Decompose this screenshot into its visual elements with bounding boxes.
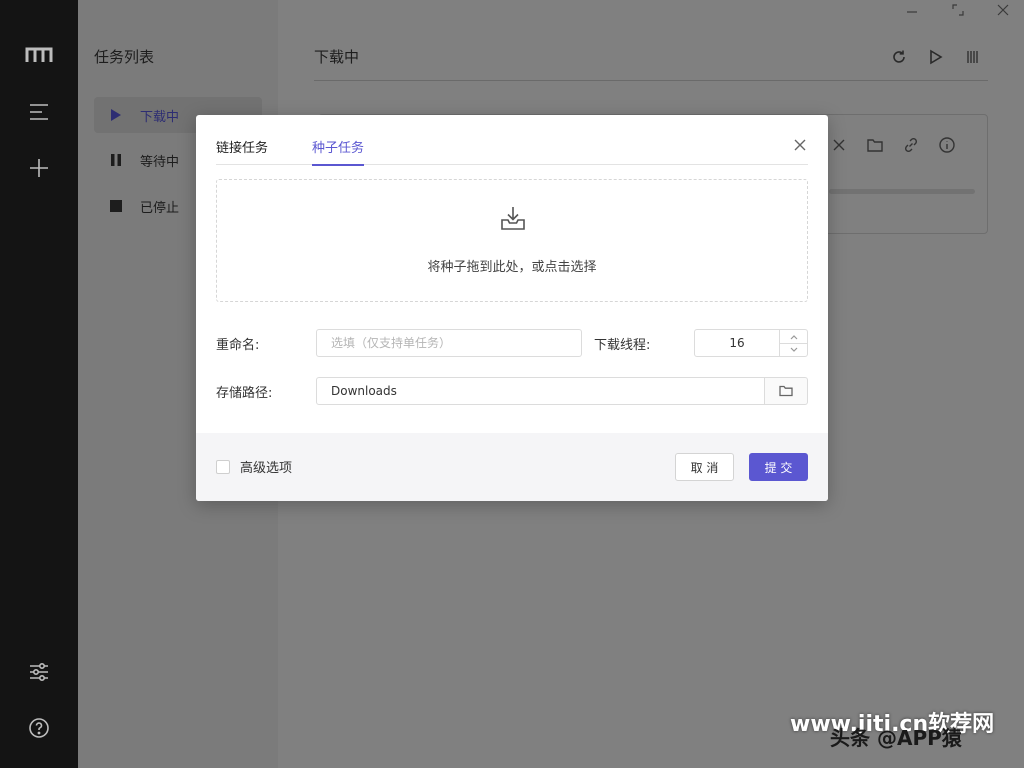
settings-sliders-icon[interactable]: [24, 657, 54, 687]
pause-icon: [108, 152, 124, 168]
close-window-icon[interactable]: [991, 4, 1015, 24]
tab-torrent-task[interactable]: 种子任务: [312, 137, 365, 166]
progress-bar: [829, 189, 975, 194]
threads-value[interactable]: 16: [695, 330, 779, 356]
path-input[interactable]: [316, 377, 765, 405]
inbox-download-icon: [499, 204, 527, 232]
tab-link-task[interactable]: 链接任务: [216, 137, 268, 164]
folder-icon[interactable]: [865, 135, 885, 155]
browse-folder-button[interactable]: [764, 377, 808, 405]
folder-icon: [779, 385, 793, 397]
resume-all-icon[interactable]: [925, 46, 947, 68]
rename-input[interactable]: [316, 329, 582, 357]
advanced-options-label[interactable]: 高级选项: [240, 457, 292, 476]
dialog-tabs: 链接任务 种子任务: [216, 135, 808, 166]
rename-label: 重命名:: [216, 338, 260, 353]
menu-icon[interactable]: [24, 97, 54, 127]
add-task-dialog: 链接任务 种子任务 将种子拖到此处，或点击选择 重命名: 下载线程: 16 存储…: [196, 115, 828, 501]
path-label: 存储路径:: [216, 386, 273, 401]
play-icon: [108, 107, 124, 123]
threads-label: 下载线程:: [594, 338, 651, 353]
page-title: 下载中: [314, 48, 360, 66]
watermark-author: 头条 @APP猿: [830, 726, 962, 750]
help-icon[interactable]: [24, 713, 54, 743]
cancel-button[interactable]: 取 消: [675, 453, 734, 481]
header-divider: [314, 80, 988, 81]
dialog-footer: 高级选项 取 消 提 交: [196, 433, 828, 501]
minimize-icon[interactable]: [900, 4, 924, 24]
add-icon[interactable]: [24, 153, 54, 183]
increment-icon[interactable]: [780, 330, 808, 343]
sidebar-item-label: 已停止: [140, 200, 180, 216]
refresh-icon[interactable]: [888, 46, 910, 68]
info-icon[interactable]: [937, 135, 957, 155]
stepper-arrows: [779, 330, 808, 356]
stop-icon: [108, 198, 124, 214]
advanced-options-checkbox[interactable]: [216, 460, 230, 474]
nav-rail: [0, 0, 78, 768]
torrent-dropzone[interactable]: 将种子拖到此处，或点击选择: [216, 179, 808, 302]
dropzone-hint: 将种子拖到此处，或点击选择: [427, 260, 597, 275]
close-icon[interactable]: [829, 135, 849, 155]
threads-stepper[interactable]: 16: [694, 329, 808, 357]
link-icon[interactable]: [901, 135, 921, 155]
task-list-title: 任务列表: [94, 48, 155, 66]
pause-all-icon[interactable]: [961, 46, 983, 68]
submit-button[interactable]: 提 交: [749, 453, 808, 481]
dialog-close-icon[interactable]: [790, 135, 810, 155]
sidebar-item-label: 等待中: [140, 154, 180, 170]
decrement-icon[interactable]: [780, 343, 808, 356]
maximize-icon[interactable]: [946, 4, 970, 24]
logo-icon[interactable]: [24, 40, 54, 70]
sidebar-item-label: 下载中: [140, 109, 180, 125]
